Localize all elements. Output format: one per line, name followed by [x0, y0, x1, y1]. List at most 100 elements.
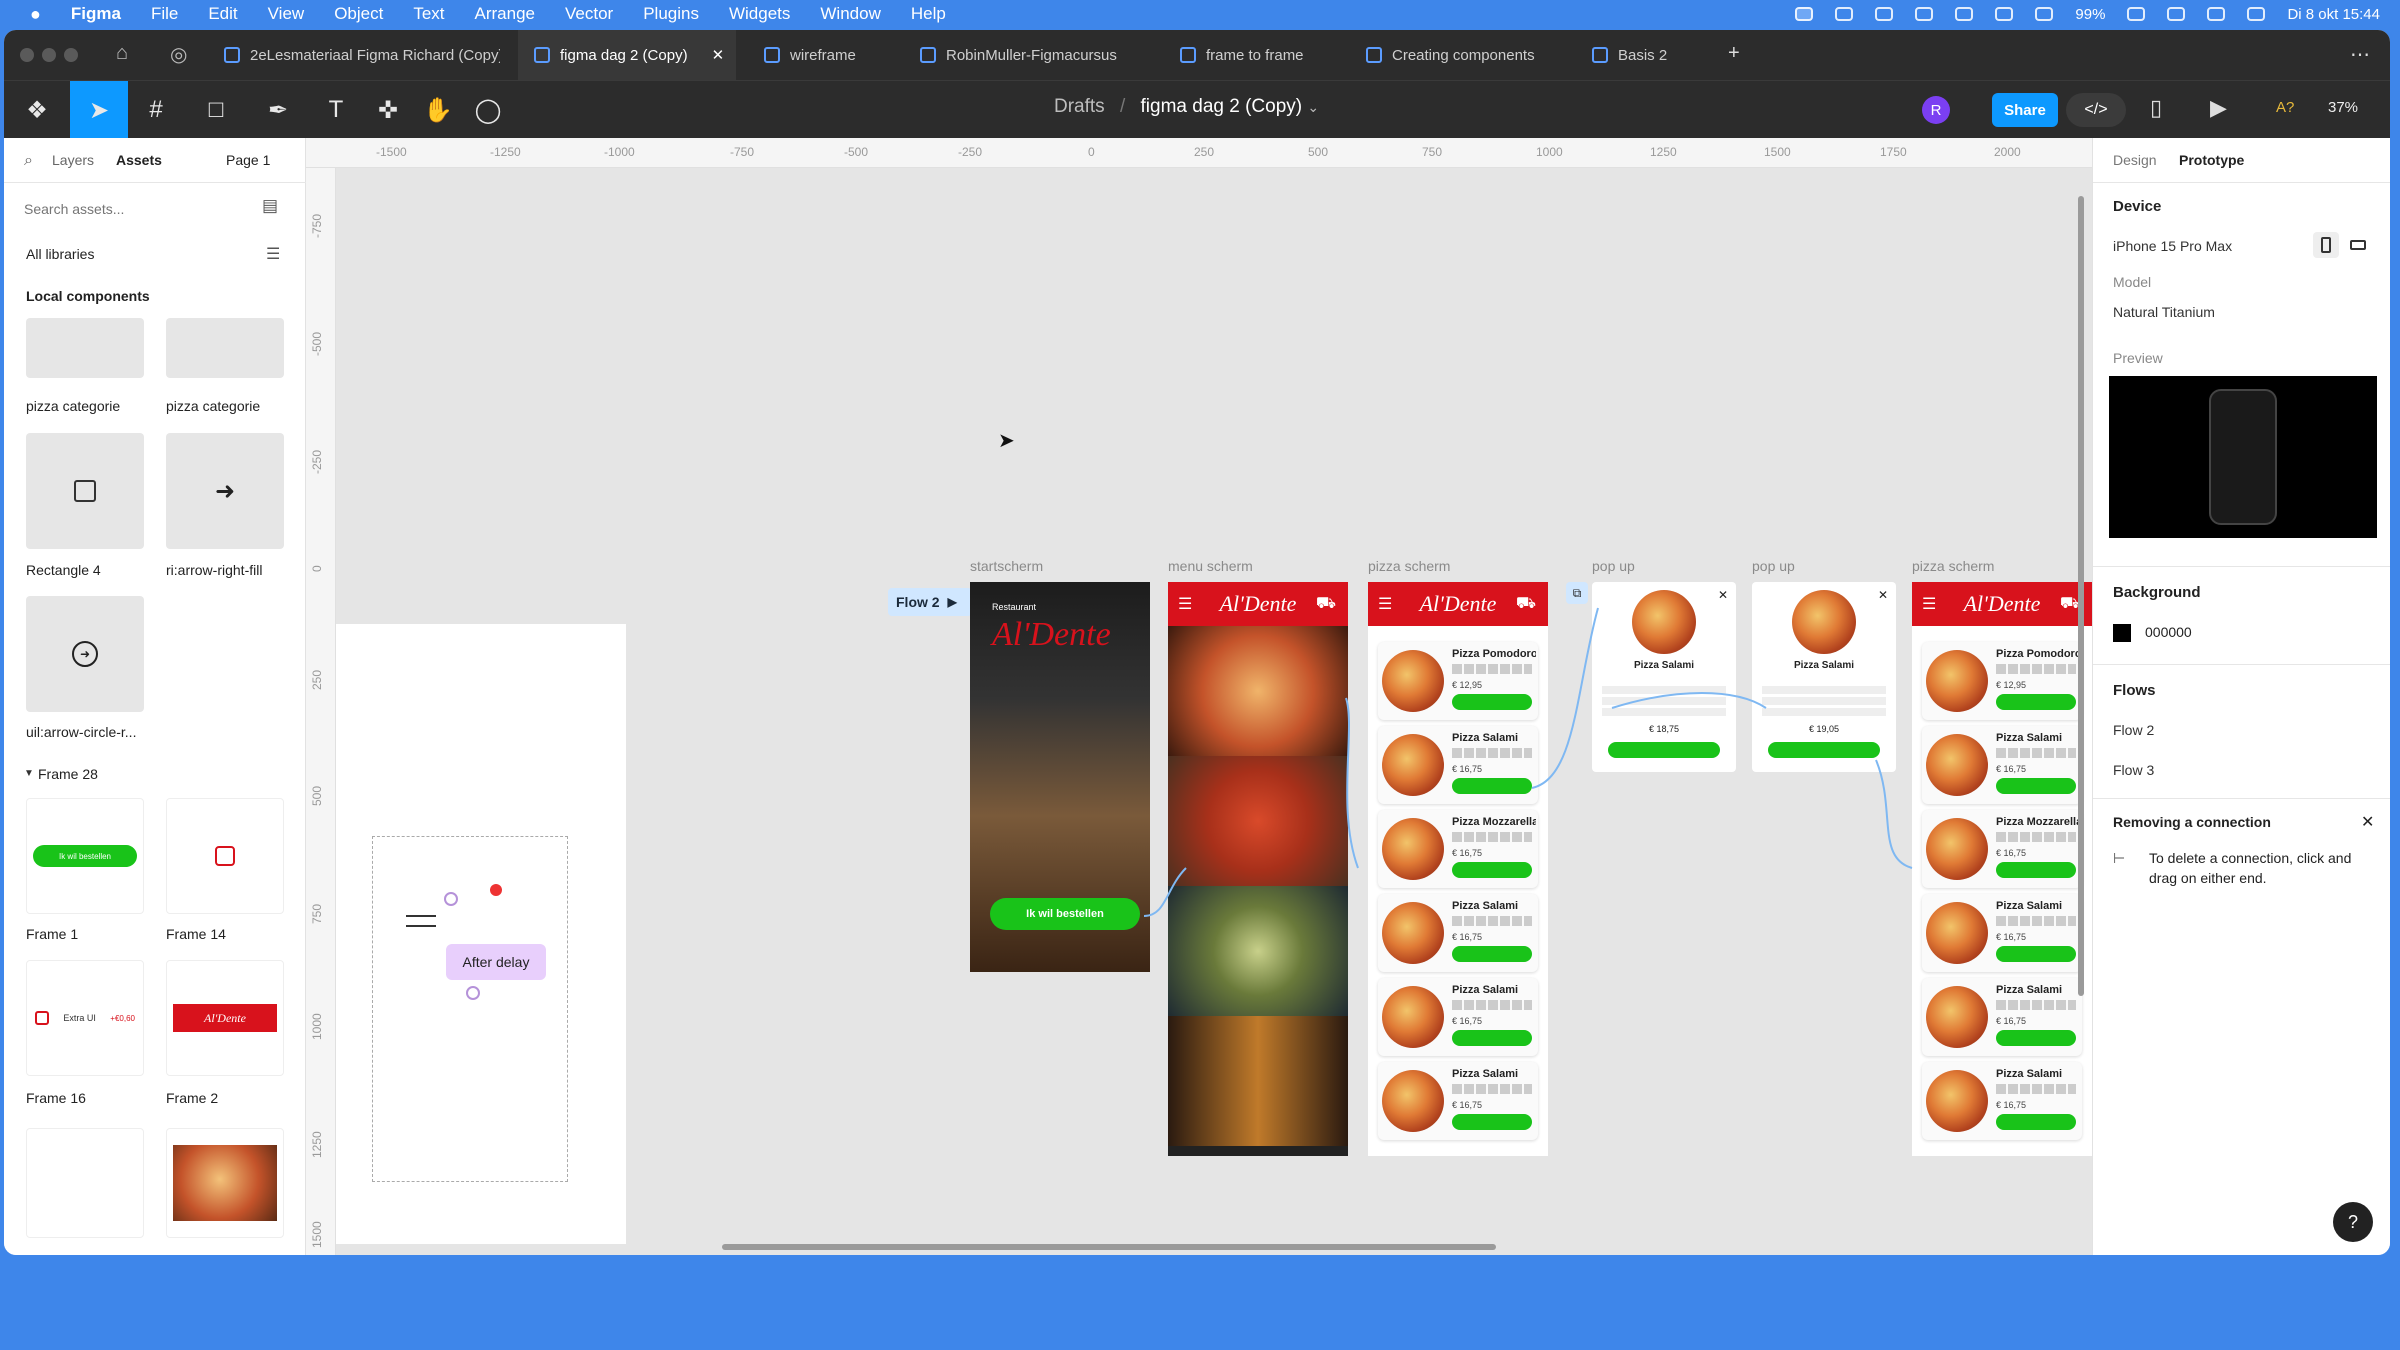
connection-line[interactable] — [1345, 697, 1359, 869]
page-selector[interactable]: Page 1 — [226, 152, 270, 168]
asset-thumb-frame-14[interactable] — [166, 798, 284, 914]
menu-view[interactable]: View — [268, 4, 305, 24]
list-view-icon[interactable]: ☰ — [266, 244, 280, 264]
volume-icon[interactable] — [1995, 7, 2014, 21]
menu-plugins[interactable]: Plugins — [643, 4, 699, 24]
asset-thumb-frame-16[interactable]: Extra UI +€0,60 — [26, 960, 144, 1076]
tab-layers[interactable]: Layers — [52, 152, 94, 168]
search-layers-icon[interactable]: ⌕ — [24, 152, 33, 170]
menu-file[interactable]: File — [151, 4, 178, 24]
connection-line[interactable] — [1143, 867, 1187, 917]
hand-tool-icon[interactable]: ✋ — [416, 81, 460, 139]
apple-icon[interactable]: ● — [30, 4, 41, 25]
clock[interactable]: Di 8 okt 15:44 — [2287, 6, 2380, 23]
control-center-icon[interactable] — [2247, 7, 2266, 21]
chevron-down-icon[interactable]: ⌄ — [1307, 99, 1319, 115]
share-button[interactable]: Share — [1992, 93, 2058, 127]
components-tool-icon[interactable]: ✜ — [366, 81, 410, 139]
asset-thumb-arrow-circle-right[interactable]: ➜ — [26, 596, 144, 712]
tab-frame-to-frame[interactable]: frame to frame — [1164, 30, 1344, 80]
microphone-icon[interactable] — [1795, 7, 1814, 21]
horizontal-scrollbar[interactable] — [722, 1244, 1496, 1250]
pen-tool-icon[interactable]: ✒ — [256, 81, 300, 139]
chevron-down-icon[interactable]: ▼ — [24, 768, 34, 779]
frame-tool-icon[interactable]: # — [134, 81, 178, 139]
help-button[interactable]: ? — [2333, 1202, 2373, 1242]
aa-accessibility-label[interactable]: A? — [2276, 99, 2294, 116]
breadcrumb-drafts[interactable]: Drafts — [1054, 96, 1105, 117]
asset-thumb-rectangle-4[interactable] — [26, 433, 144, 549]
zoom-level[interactable]: 37% — [2328, 99, 2358, 116]
menu-text[interactable]: Text — [413, 4, 444, 24]
asset-thumb-pizza-categorie[interactable] — [26, 318, 144, 378]
landscape-orientation-icon[interactable] — [2345, 232, 2371, 258]
menu-help[interactable]: Help — [911, 4, 946, 24]
menu-object[interactable]: Object — [334, 4, 383, 24]
asset-thumb-pizza-categorie[interactable] — [166, 318, 284, 378]
main-menu-icon[interactable]: ❖ — [12, 81, 62, 139]
community-globe-icon[interactable]: ◎ — [170, 42, 187, 67]
move-tool-icon[interactable]: ➤ — [70, 81, 128, 139]
flow-item[interactable]: Flow 3 — [2113, 762, 2154, 778]
breadcrumb-file-name[interactable]: figma dag 2 (Copy) — [1141, 96, 1303, 117]
tab-basis-2[interactable]: Basis 2 — [1576, 30, 1716, 80]
connection-line[interactable] — [1531, 607, 1599, 789]
close-icon[interactable]: ✕ — [2361, 812, 2374, 832]
tab-design[interactable]: Design — [2113, 152, 2157, 168]
tab-robinmuller[interactable]: RobinMuller-Figmacursus — [904, 30, 1154, 80]
connection-line[interactable] — [1875, 759, 1913, 869]
open-library-book-icon[interactable]: ▤ — [262, 196, 278, 216]
background-hex[interactable]: 000000 — [2145, 624, 2192, 640]
tab-wireframe[interactable]: wireframe — [748, 30, 898, 80]
comment-tool-icon[interactable]: ◯ — [466, 81, 510, 139]
background-color-swatch[interactable] — [2113, 624, 2131, 642]
home-icon[interactable]: ⌂ — [116, 42, 128, 65]
model-dropdown[interactable]: Natural Titanium — [2113, 304, 2215, 320]
flow-item[interactable]: Flow 2 — [2113, 722, 2154, 738]
bluetooth-icon[interactable] — [2035, 7, 2054, 21]
menu-window[interactable]: Window — [820, 4, 880, 24]
figma-mirror-icon[interactable] — [1835, 7, 1854, 21]
window-close-button[interactable] — [20, 48, 34, 62]
asset-thumb-empty[interactable] — [26, 1128, 144, 1238]
canvas[interactable]: After delay Flow 2 ▶ startscherm Restaur… — [336, 168, 2092, 1255]
all-libraries-dropdown[interactable]: All libraries — [26, 246, 94, 262]
portrait-orientation-icon[interactable] — [2313, 232, 2339, 258]
new-tab-plus-icon[interactable]: + — [1728, 42, 1740, 65]
frame-28-group[interactable]: Frame 28 — [38, 766, 98, 782]
connection-line[interactable] — [1611, 692, 1767, 709]
library-book-icon[interactable]: ▯ — [2150, 95, 2162, 121]
asset-thumb-frame-2[interactable]: Al'Dente — [166, 960, 284, 1076]
tab-lesmateriaal[interactable]: 2eLesmateriaal Figma Richard (Copy) — [208, 30, 506, 80]
close-tab-icon[interactable]: ✕ — [712, 46, 725, 64]
vertical-scrollbar[interactable] — [2078, 196, 2084, 996]
menu-vector[interactable]: Vector — [565, 4, 613, 24]
text-tool-icon[interactable]: T — [314, 81, 358, 139]
menu-arrange[interactable]: Arrange — [475, 4, 535, 24]
cloud-icon[interactable] — [1915, 7, 1934, 21]
window-minimize-button[interactable] — [42, 48, 56, 62]
asset-thumb-frame-1[interactable]: Ik wil bestellen — [26, 798, 144, 914]
asset-thumb-pizza-photo[interactable] — [166, 1128, 284, 1238]
avatar[interactable]: R — [1922, 96, 1950, 124]
tab-creating-components[interactable]: Creating components — [1350, 30, 1570, 80]
search-icon[interactable] — [2207, 7, 2226, 21]
asset-thumb-arrow-right-fill[interactable]: ➜ — [166, 433, 284, 549]
more-options-icon[interactable]: ⋯ — [2350, 42, 2370, 67]
wifi-icon[interactable] — [2167, 7, 2186, 21]
present-play-icon[interactable]: ▶ — [2210, 95, 2227, 121]
tab-prototype[interactable]: Prototype — [2179, 152, 2244, 168]
tab-figma-dag-2[interactable]: figma dag 2 (Copy) ✕ — [518, 30, 736, 80]
menu-widgets[interactable]: Widgets — [729, 4, 790, 24]
shape-tool-icon[interactable]: □ — [194, 81, 238, 139]
drive-icon[interactable] — [1955, 7, 1974, 21]
battery-icon[interactable] — [2127, 7, 2146, 21]
menu-app-name[interactable]: Figma — [71, 4, 121, 24]
camera-icon[interactable] — [1875, 7, 1894, 21]
menu-edit[interactable]: Edit — [208, 4, 237, 24]
tab-assets[interactable]: Assets — [116, 152, 162, 168]
device-dropdown[interactable]: iPhone 15 Pro Max — [2113, 238, 2232, 254]
search-assets-input[interactable] — [24, 194, 244, 224]
dev-mode-toggle-icon[interactable]: </> — [2066, 93, 2126, 127]
window-zoom-button[interactable] — [64, 48, 78, 62]
